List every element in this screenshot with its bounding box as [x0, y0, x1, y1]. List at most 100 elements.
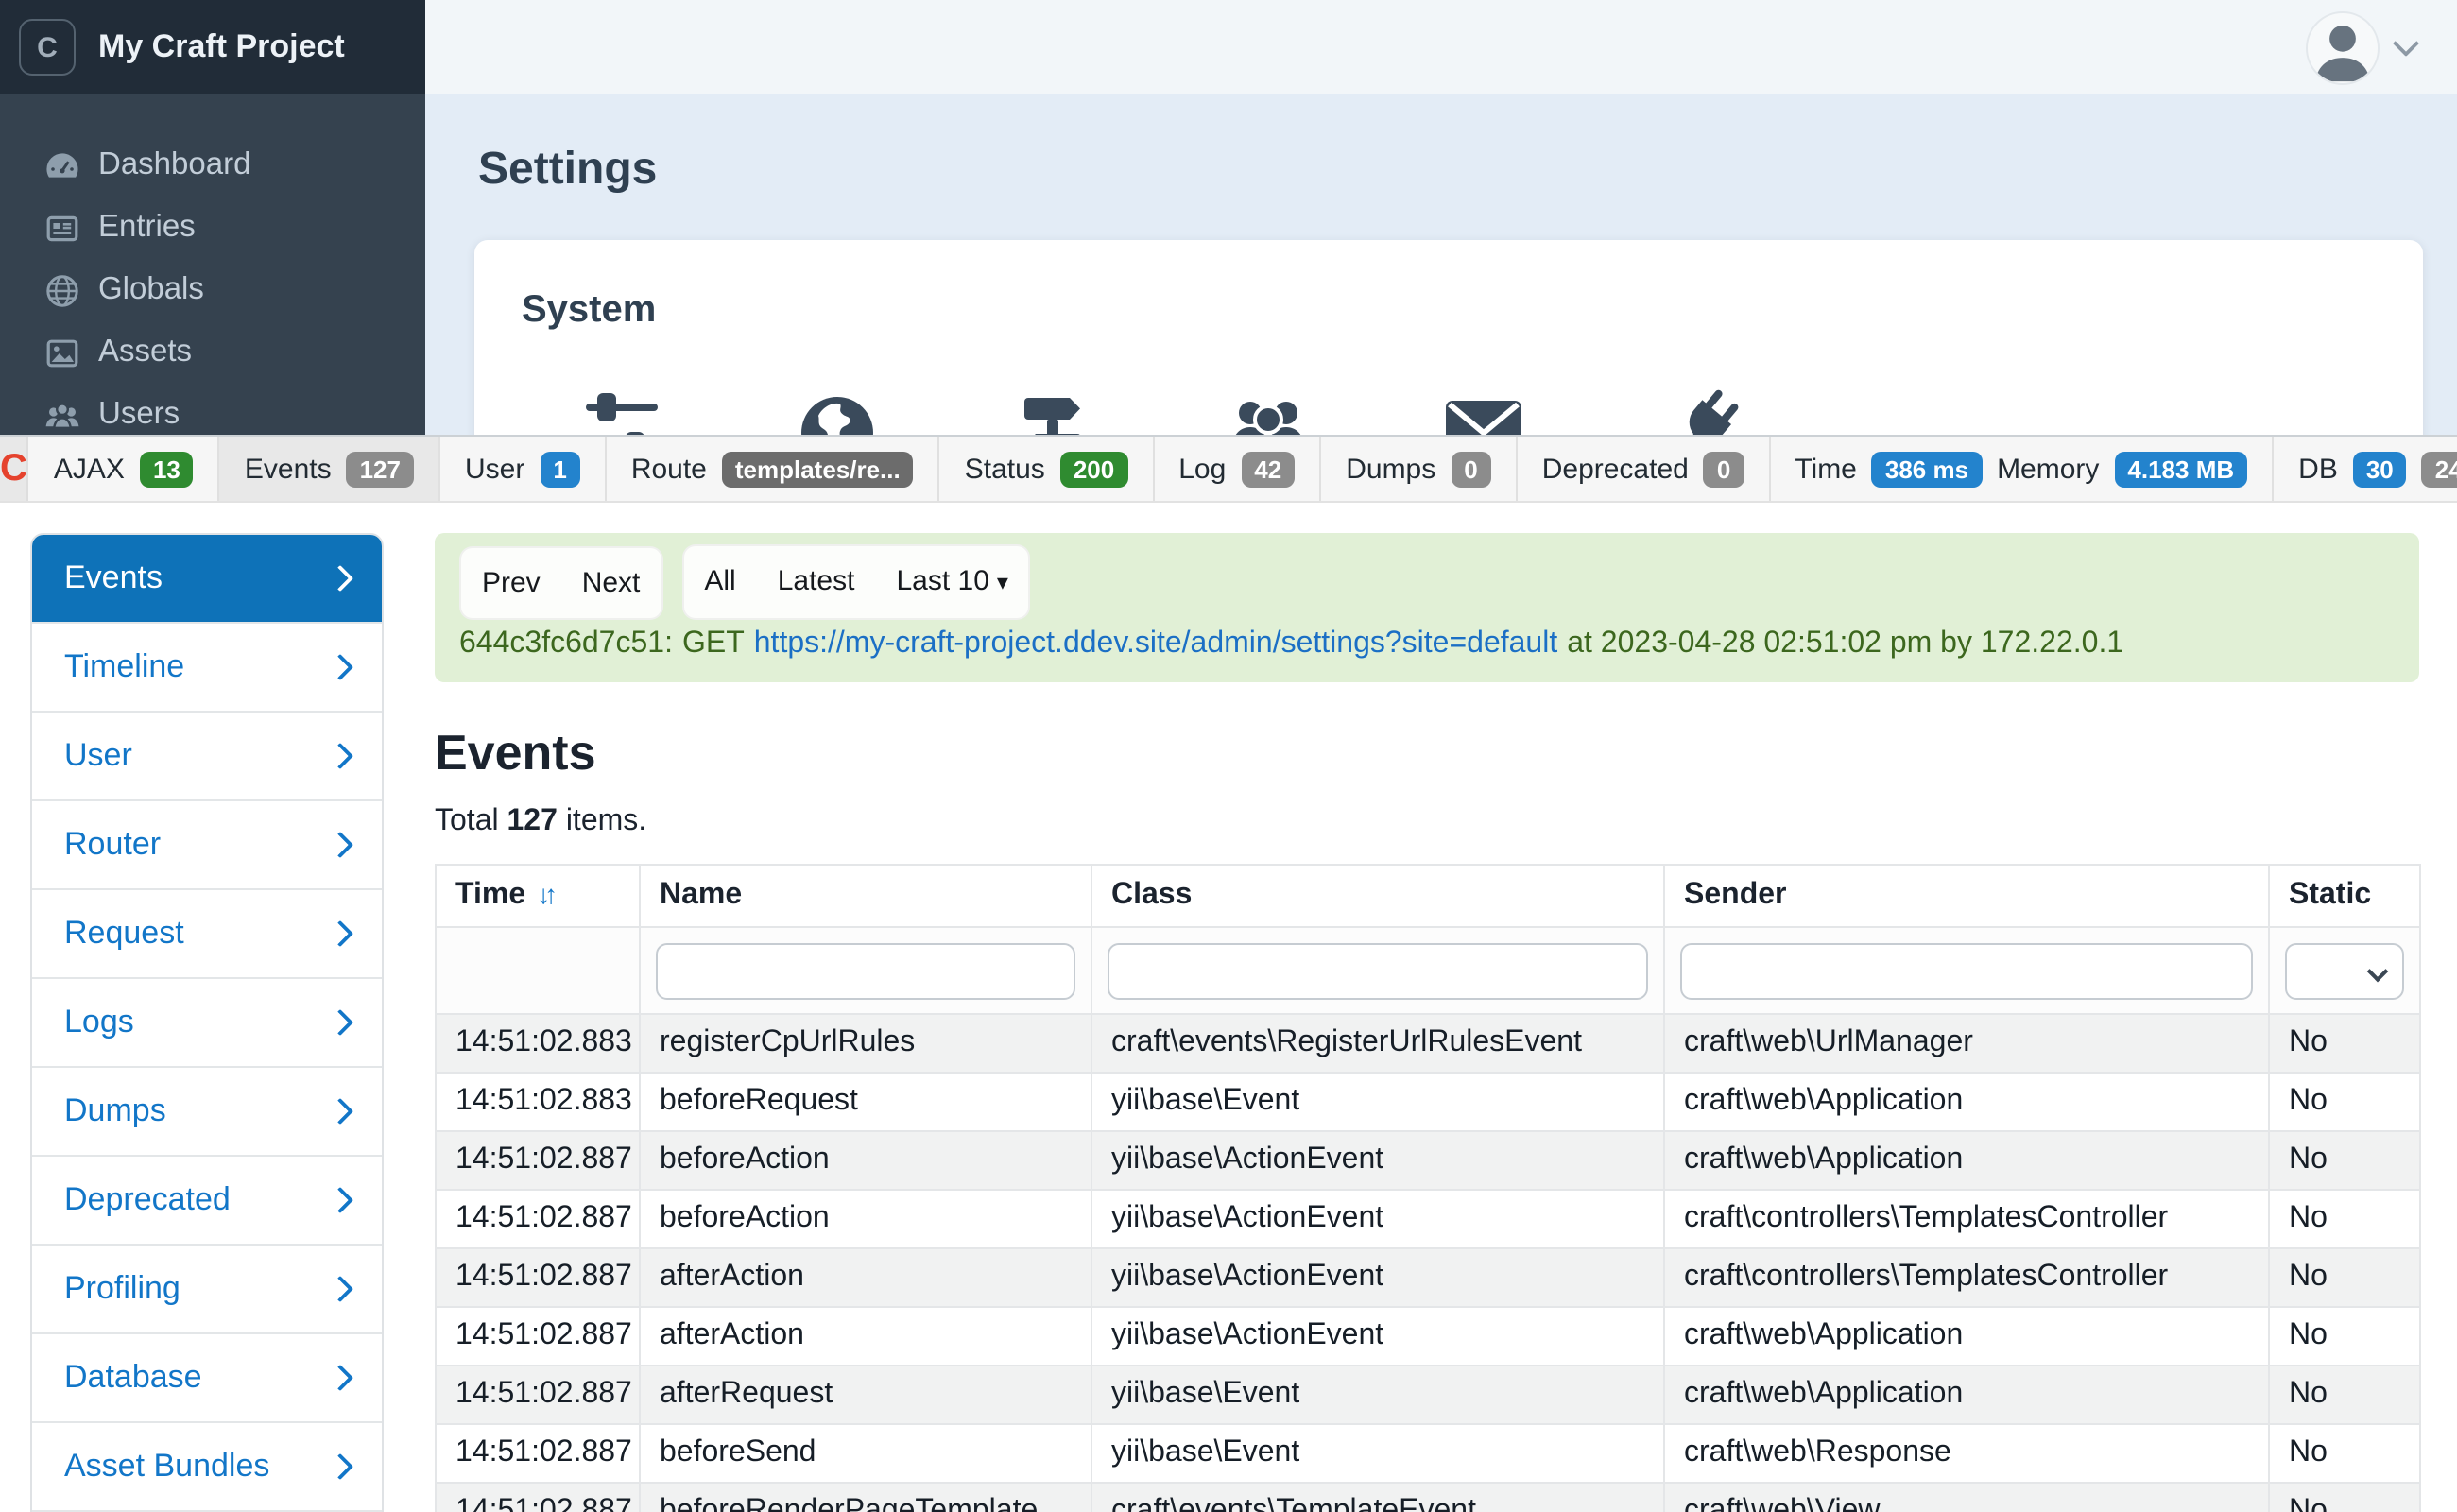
- craft-logo: C: [19, 19, 76, 76]
- table-header-row: Time ↓↑ Name Class Sender Static: [435, 864, 2421, 928]
- chevron-down-icon[interactable]: [2392, 29, 2420, 58]
- sender-filter-input[interactable]: [1680, 942, 2253, 999]
- static-filter-select[interactable]: [2285, 942, 2404, 999]
- cell-time: 14:51:02.887: [435, 1189, 641, 1249]
- latest-button[interactable]: Latest: [757, 546, 876, 618]
- panel-menu-item-profiling[interactable]: Profiling: [32, 1244, 382, 1332]
- cell-static: No: [2268, 1365, 2421, 1425]
- cell-static: No: [2268, 1072, 2421, 1132]
- sidebar-item-dashboard[interactable]: Dashboard: [0, 134, 425, 197]
- cell-class: yii\base\Event: [1091, 1423, 1665, 1484]
- table-row: 14:51:02.887 afterRequest yii\base\Event cr…: [435, 1365, 2421, 1425]
- column-header-class: Class: [1091, 864, 1665, 928]
- panel-menu-label: Deprecated: [64, 1181, 231, 1217]
- toolbar-block-ajax[interactable]: AJAX 13: [29, 437, 220, 501]
- toolbar-badge: 13: [139, 451, 194, 487]
- sidebar-item-label: Users: [98, 397, 180, 431]
- top-bar: [425, 0, 2457, 94]
- cell-sender: craft\web\Response: [1663, 1423, 2270, 1484]
- toolbar-block-route[interactable]: Route templates/re...: [607, 437, 940, 501]
- static-filter-cell: [2268, 926, 2421, 1015]
- table-row: 14:51:02.887 beforeRenderPageTemplate craf…: [435, 1482, 2421, 1512]
- panel-menu-label: Asset Bundles: [64, 1448, 270, 1484]
- chevron-down-icon: [2366, 959, 2389, 982]
- toolbar-block-dumps[interactable]: Dumps 0: [1321, 437, 1518, 501]
- toolbar-block-db[interactable]: DB 30 24 ms: [2274, 437, 2457, 501]
- cell-class: yii\base\ActionEvent: [1091, 1247, 1665, 1308]
- panel-menu-item-deprecated[interactable]: Deprecated: [32, 1155, 382, 1244]
- request-method: GET: [681, 627, 745, 660]
- column-header-static: Static: [2268, 864, 2421, 928]
- toolbar-block-time[interactable]: Time 386 ms Memory 4.183 MB: [1770, 437, 2275, 501]
- sender-filter-cell: [1663, 926, 2270, 1015]
- last10-button[interactable]: Last 10 ▾: [875, 546, 1029, 618]
- events-table: Time ↓↑ Name Class Sender Static 14:51:02.883…: [435, 864, 2421, 1512]
- cell-time: 14:51:02.883: [435, 1072, 641, 1132]
- craft-debug-logo[interactable]: C: [0, 437, 29, 501]
- sidebar-item-globals[interactable]: Globals: [0, 259, 425, 321]
- class-filter-input[interactable]: [1108, 942, 1648, 999]
- prev-button[interactable]: Prev: [461, 547, 561, 617]
- chevron-right-icon: [326, 1097, 354, 1125]
- cell-static: No: [2268, 1423, 2421, 1484]
- toolbar-block-user[interactable]: User 1: [440, 437, 607, 501]
- chevron-right-icon: [326, 1008, 354, 1037]
- toolbar-label: AJAX: [53, 453, 125, 485]
- panel-menu-item-router[interactable]: Router: [32, 799, 382, 888]
- newspaper-icon: [43, 209, 81, 247]
- sidebar-item-label: Globals: [98, 272, 204, 306]
- toolbar-badge: 127: [346, 451, 414, 487]
- panel-menu-label: Profiling: [64, 1270, 180, 1306]
- sidebar-item-label: Assets: [98, 335, 193, 369]
- panel-menu-label: Request: [64, 915, 184, 951]
- sidebar-item-assets[interactable]: Assets: [0, 321, 425, 384]
- total-suffix: items.: [565, 805, 647, 837]
- sidebar-item-entries[interactable]: Entries: [0, 197, 425, 259]
- toolbar-block-deprecated[interactable]: Deprecated 0: [1518, 437, 1771, 501]
- cell-time: 14:51:02.887: [435, 1306, 641, 1366]
- toolbar-block-log[interactable]: Log 42: [1154, 437, 1322, 501]
- toolbar-block-events[interactable]: Events 127: [219, 437, 440, 501]
- table-row: 14:51:02.887 beforeAction yii\base\ActionE…: [435, 1130, 2421, 1191]
- panel-menu-item-user[interactable]: User: [32, 711, 382, 799]
- request-ip: 172.22.0.1: [1980, 627, 2124, 660]
- name-filter-input[interactable]: [656, 942, 1075, 999]
- cell-static: No: [2268, 1482, 2421, 1512]
- chevron-right-icon: [326, 831, 354, 859]
- cell-static: No: [2268, 1013, 2421, 1074]
- cell-time: 14:51:02.887: [435, 1423, 641, 1484]
- toolbar-label: Time: [1795, 453, 1857, 485]
- next-button[interactable]: Next: [561, 547, 662, 617]
- toolbar-block-status[interactable]: Status 200: [940, 437, 1155, 501]
- table-row: 14:51:02.883 registerCpUrlRules craft\even…: [435, 1013, 2421, 1074]
- user-avatar[interactable]: [2306, 10, 2380, 84]
- table-row: 14:51:02.887 afterAction yii\base\ActionEv…: [435, 1306, 2421, 1366]
- toolbar-badge: 386 ms: [1871, 451, 1983, 487]
- craft-logo-letter: C: [0, 447, 27, 489]
- panel-menu-item-request[interactable]: Request: [32, 888, 382, 977]
- toolbar-label: Dumps: [1346, 453, 1436, 485]
- panel-menu-label: Router: [64, 826, 162, 862]
- cell-time: 14:51:02.887: [435, 1482, 641, 1512]
- cell-name: beforeSend: [639, 1423, 1092, 1484]
- panel-menu-item-database[interactable]: Database: [32, 1332, 382, 1421]
- panel-menu-item-logs[interactable]: Logs: [32, 977, 382, 1066]
- all-button[interactable]: All: [683, 546, 756, 618]
- craft-sidebar-header[interactable]: C My Craft Project: [0, 0, 425, 94]
- debug-toolbar: C AJAX 13 Events 127 User 1 Route templates/re.…: [0, 435, 2457, 503]
- cell-static: No: [2268, 1306, 2421, 1366]
- panel-menu-item-events[interactable]: Events: [32, 535, 382, 622]
- panel-menu-item-asset-bundles[interactable]: Asset Bundles: [32, 1421, 382, 1510]
- toolbar-badge: 0: [1703, 451, 1744, 487]
- request-url-link[interactable]: https://my-craft-project.ddev.site/admin…: [754, 627, 1557, 660]
- debug-panel-body: Events Timeline User Router Request Logs Dumps…: [0, 503, 2457, 1512]
- filter-row: [435, 926, 2421, 1015]
- chevron-right-icon: [326, 1364, 354, 1392]
- events-table-body: 14:51:02.883 registerCpUrlRules craft\even…: [435, 1013, 2421, 1512]
- column-header-time[interactable]: Time ↓↑: [435, 864, 641, 928]
- panel-menu-item-dumps[interactable]: Dumps: [32, 1066, 382, 1155]
- panel-menu-label: Timeline: [64, 648, 185, 684]
- table-row: 14:51:02.883 beforeRequest yii\base\Event c…: [435, 1072, 2421, 1132]
- caret-down-icon: ▾: [996, 569, 1008, 595]
- panel-menu-item-timeline[interactable]: Timeline: [32, 622, 382, 711]
